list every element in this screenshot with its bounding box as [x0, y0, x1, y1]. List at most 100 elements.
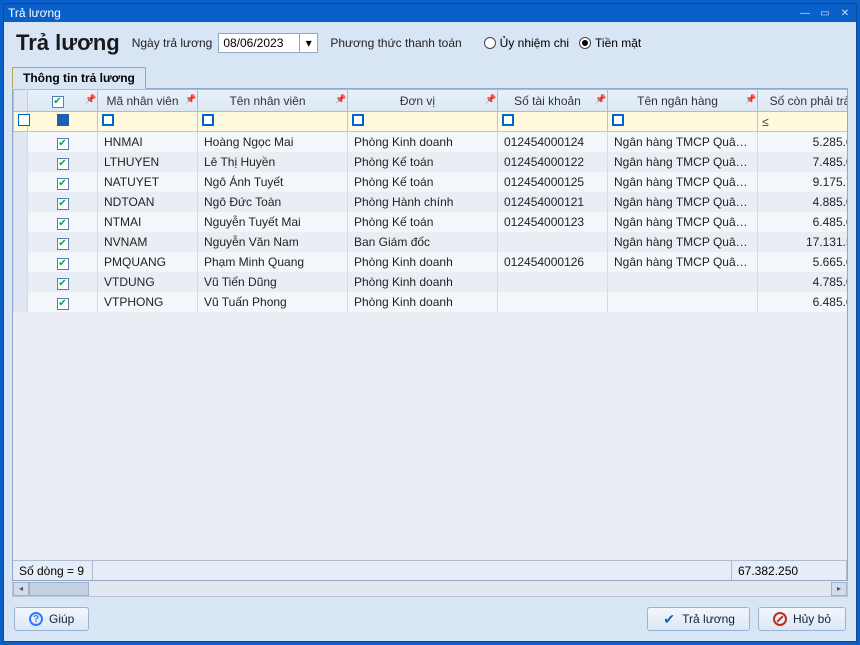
cell-bank: Ngân hàng TMCP Quân đội — [608, 252, 758, 272]
col-header-code[interactable]: Mã nhân viên📌 — [98, 90, 198, 112]
row-header[interactable] — [14, 232, 28, 252]
pin-icon[interactable]: 📌 — [85, 94, 95, 104]
maximize-icon[interactable]: ▭ — [818, 7, 832, 19]
scroll-track[interactable] — [29, 582, 831, 596]
row-header[interactable] — [14, 132, 28, 152]
cell-bank — [608, 292, 758, 312]
pay-salary-button[interactable]: ✔ Trả lương — [647, 607, 750, 631]
row-count: Số dòng = 9 — [13, 561, 93, 580]
cell-bank: Ngân hàng TMCP Quân đội — [608, 212, 758, 232]
filter-code[interactable] — [98, 112, 198, 132]
table-row[interactable]: ✔LTHUYENLê Thị HuyềnPhòng Kế toán0124540… — [14, 152, 848, 172]
col-header-dept[interactable]: Đơn vị📌 — [348, 90, 498, 112]
pay-date-input[interactable]: ▾ — [218, 33, 318, 53]
cell-check[interactable]: ✔ — [28, 292, 98, 312]
table-row[interactable]: ✔NVNAMNguyễn Văn NamBan Giám đốcNgân hàn… — [14, 232, 848, 252]
pin-icon[interactable]: 📌 — [485, 94, 495, 104]
cancel-button[interactable]: Hủy bỏ — [758, 607, 846, 631]
row-header[interactable] — [14, 252, 28, 272]
filter-row-header[interactable] — [14, 112, 28, 132]
filter-name[interactable] — [198, 112, 348, 132]
pin-icon[interactable]: 📌 — [595, 94, 605, 104]
filter-acct[interactable] — [498, 112, 608, 132]
filter-box-icon — [102, 114, 114, 126]
cell-check[interactable]: ✔ — [28, 212, 98, 232]
pay-date-field[interactable] — [219, 34, 299, 52]
cell-code: LTHUYEN — [98, 152, 198, 172]
close-icon[interactable]: ✕ — [838, 7, 852, 19]
table-row[interactable]: ✔NTMAINguyễn Tuyết MaiPhòng Kế toán01245… — [14, 212, 848, 232]
cell-acct: 012454000121 — [498, 192, 608, 212]
checkbox-icon[interactable]: ✔ — [57, 238, 69, 250]
checkbox-icon[interactable]: ✔ — [57, 218, 69, 230]
radio-uynhiemchi[interactable]: Ủy nhiệm chi — [484, 36, 569, 50]
table-row[interactable]: ✔VTDUNGVũ Tiến DũngPhòng Kinh doanh4.785… — [14, 272, 848, 292]
tab-salary-info[interactable]: Thông tin trả lương — [12, 67, 146, 89]
table-row[interactable]: ✔PMQUANGPhạm Minh QuangPhòng Kinh doanh0… — [14, 252, 848, 272]
radio-tienmat[interactable]: Tiền mặt — [579, 36, 641, 50]
col-header-name[interactable]: Tên nhân viên📌 — [198, 90, 348, 112]
table-row[interactable]: ✔NATUYETNgô Ánh TuyếtPhòng Kế toán012454… — [14, 172, 848, 192]
minimize-icon[interactable]: — — [798, 7, 812, 19]
checkbox-icon[interactable]: ✔ — [57, 158, 69, 170]
col-header-check[interactable]: ✔📌 — [28, 90, 98, 112]
checkbox-icon[interactable]: ✔ — [57, 258, 69, 270]
cell-acct — [498, 292, 608, 312]
cell-acct: 012454000124 — [498, 132, 608, 152]
row-header[interactable] — [14, 172, 28, 192]
cell-name: Hoàng Ngọc Mai — [198, 132, 348, 152]
scroll-thumb[interactable] — [29, 582, 89, 596]
scroll-right-icon[interactable]: ▸ — [831, 582, 847, 596]
cell-bank: Ngân hàng TMCP Quân đội — [608, 152, 758, 172]
titlebar: Trả lương — ▭ ✕ — [4, 4, 856, 22]
cell-check[interactable]: ✔ — [28, 172, 98, 192]
table-row[interactable]: ✔HNMAIHoàng Ngọc MaiPhòng Kinh doanh0124… — [14, 132, 848, 152]
cell-check[interactable]: ✔ — [28, 232, 98, 252]
pin-icon[interactable]: 📌 — [335, 94, 345, 104]
row-header[interactable] — [14, 272, 28, 292]
col-header-acct[interactable]: Số tài khoản📌 — [498, 90, 608, 112]
cell-bank: Ngân hàng TMCP Quân đô.. — [608, 132, 758, 152]
table-row[interactable]: ✔NDTOANNgô Đức ToànPhòng Hành chính01245… — [14, 192, 848, 212]
filter-amount[interactable]: ≤ — [758, 112, 849, 132]
cell-code: NVNAM — [98, 232, 198, 252]
pin-icon[interactable]: 📌 — [185, 94, 195, 104]
cell-check[interactable]: ✔ — [28, 192, 98, 212]
row-header[interactable] — [14, 292, 28, 312]
cell-bank: Ngân hàng TMCP Quân đội — [608, 172, 758, 192]
header-checkbox-icon[interactable]: ✔ — [52, 96, 64, 108]
checkbox-icon[interactable]: ✔ — [57, 298, 69, 310]
table-row[interactable]: ✔VTPHONGVũ Tuấn PhongPhòng Kinh doanh6.4… — [14, 292, 848, 312]
date-dropdown-icon[interactable]: ▾ — [299, 34, 317, 52]
row-header[interactable] — [14, 212, 28, 232]
checkbox-icon[interactable]: ✔ — [57, 178, 69, 190]
status-bar: Số dòng = 9 67.382.250 — [13, 560, 847, 580]
cell-amount: 5.285.000 — [758, 132, 848, 152]
cell-code: NATUYET — [98, 172, 198, 192]
col-header-bank[interactable]: Tên ngân hàng📌 — [608, 90, 758, 112]
horizontal-scrollbar[interactable]: ◂ ▸ — [12, 581, 848, 597]
filter-bank[interactable] — [608, 112, 758, 132]
radio-uynhiemchi-label: Ủy nhiệm chi — [500, 36, 569, 50]
row-header[interactable] — [14, 152, 28, 172]
pin-icon[interactable]: 📌 — [745, 94, 755, 104]
scroll-left-icon[interactable]: ◂ — [13, 582, 29, 596]
row-header[interactable] — [14, 192, 28, 212]
cell-amount: 4.885.000 — [758, 192, 848, 212]
cell-code: PMQUANG — [98, 252, 198, 272]
filter-check[interactable] — [28, 112, 98, 132]
cell-name: Ngô Ánh Tuyết — [198, 172, 348, 192]
checkbox-icon[interactable]: ✔ — [57, 278, 69, 290]
checkbox-icon[interactable]: ✔ — [57, 198, 69, 210]
cell-check[interactable]: ✔ — [28, 272, 98, 292]
payment-method-group: Ủy nhiệm chi Tiền mặt — [484, 36, 642, 50]
cell-code: VTPHONG — [98, 292, 198, 312]
checkbox-icon[interactable]: ✔ — [57, 138, 69, 150]
help-button[interactable]: ? Giúp — [14, 607, 89, 631]
cell-check[interactable]: ✔ — [28, 132, 98, 152]
cell-check[interactable]: ✔ — [28, 252, 98, 272]
col-header-amount[interactable]: Số còn phải trả📌 — [758, 90, 849, 112]
cell-check[interactable]: ✔ — [28, 152, 98, 172]
filter-dept[interactable] — [348, 112, 498, 132]
cell-acct: 012454000126 — [498, 252, 608, 272]
